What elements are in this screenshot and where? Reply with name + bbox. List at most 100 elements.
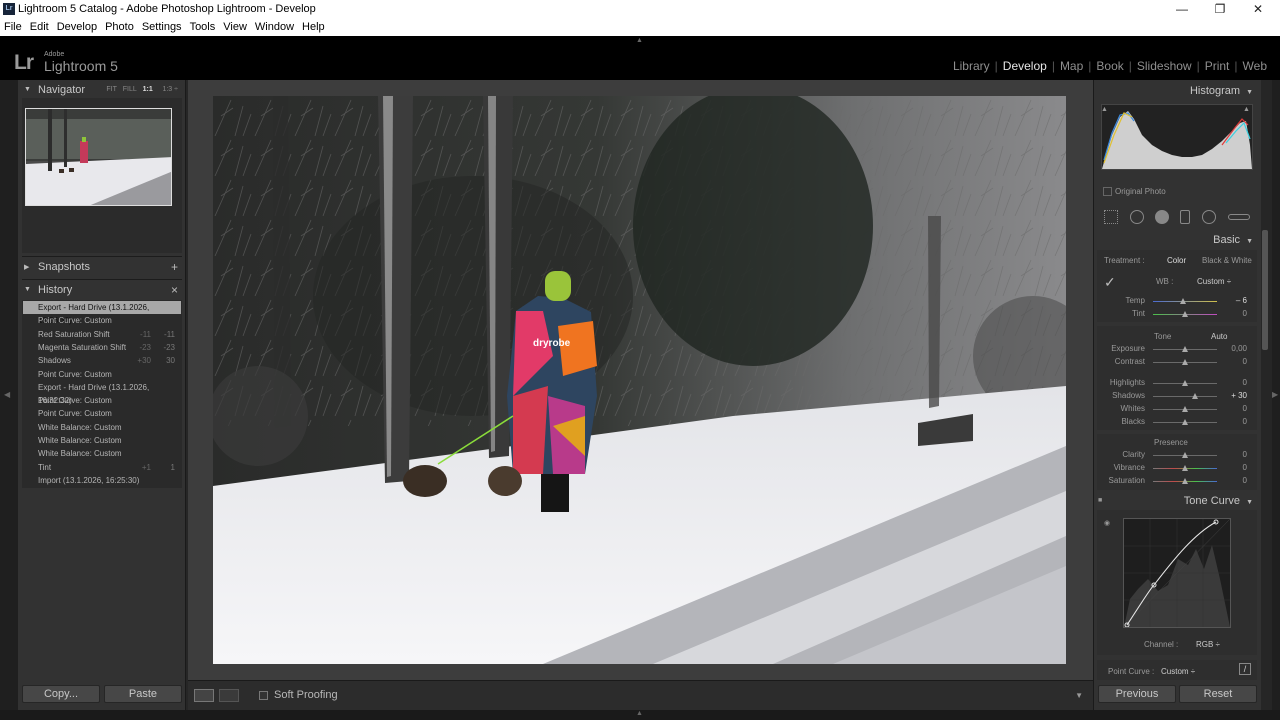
tone-curve-graph[interactable] [1123, 518, 1231, 628]
menu-file[interactable]: File [0, 19, 26, 33]
original-photo-checkbox[interactable] [1103, 187, 1112, 196]
navigator-zoom-options[interactable]: FIT FILL 1:1 1:3 ÷ [106, 86, 178, 93]
menu-view[interactable]: View [219, 19, 251, 33]
slider-value[interactable]: 0 [1243, 404, 1247, 413]
slider-whites[interactable]: Whites 0 [1097, 403, 1257, 416]
menu-develop[interactable]: Develop [53, 19, 101, 33]
crop-overlay-icon[interactable] [1104, 210, 1118, 224]
history-item[interactable]: Export - Hard Drive (13.1.2026, 18:36:30… [23, 301, 181, 325]
slider-thumb[interactable] [1182, 380, 1188, 386]
history-header[interactable]: ▼ History × [24, 283, 182, 301]
loupe-view-icon[interactable] [194, 689, 214, 702]
graduated-filter-icon[interactable] [1180, 210, 1190, 224]
slider-tint[interactable]: Tint 0 [1097, 308, 1257, 321]
zoom-1-3[interactable]: 1:3 [162, 86, 172, 93]
slider-value[interactable]: 0 [1243, 309, 1247, 318]
module-book[interactable]: Book [1093, 59, 1126, 73]
reset-button[interactable]: Reset [1179, 685, 1257, 703]
spot-removal-icon[interactable] [1130, 210, 1144, 224]
slider-value[interactable]: + 30 [1231, 391, 1247, 400]
main-photo[interactable]: dryrobe [213, 96, 1066, 664]
right-panel-scrollbar[interactable] [1262, 230, 1268, 350]
module-web[interactable]: Web [1240, 59, 1270, 73]
slider-temp[interactable]: Temp – 6 [1097, 295, 1257, 308]
slider-value[interactable]: – 6 [1236, 296, 1247, 305]
history-item[interactable]: Shadows +30 30 [23, 354, 181, 367]
auto-tone-button[interactable]: Auto [1211, 332, 1227, 341]
histogram-header[interactable]: Histogram ▼ [1093, 85, 1253, 97]
navigator-thumbnail[interactable] [25, 108, 172, 206]
previous-button[interactable]: Previous [1098, 685, 1176, 703]
history-item[interactable]: Point Curve: Custom [23, 368, 181, 381]
menu-edit[interactable]: Edit [26, 19, 53, 33]
slider-thumb[interactable] [1182, 406, 1188, 412]
slider-value[interactable]: 0 [1243, 476, 1247, 485]
slider-thumb[interactable] [1182, 311, 1188, 317]
slider-contrast[interactable]: Contrast 0 [1097, 356, 1257, 369]
slider-value[interactable]: 0 [1243, 417, 1247, 426]
highlight-clipping-icon[interactable]: ▲ [1243, 106, 1250, 113]
history-item[interactable]: Red Saturation Shift -11 -11 [23, 328, 181, 341]
before-after-view-icon[interactable] [219, 689, 239, 702]
history-item[interactable]: Tint +1 1 [23, 461, 181, 474]
treatment-color[interactable]: Color [1167, 256, 1186, 265]
history-item[interactable]: Import (13.1.2026, 16:25:30) [23, 474, 181, 487]
slider-value[interactable]: 0,00 [1231, 344, 1247, 353]
slider-thumb[interactable] [1191, 393, 1198, 399]
menu-window[interactable]: Window [251, 19, 298, 33]
edit-point-curve-icon[interactable]: / [1239, 663, 1251, 675]
history-item[interactable]: Magenta Saturation Shift -23 -23 [23, 341, 181, 354]
slider-highlights[interactable]: Highlights 0 [1097, 377, 1257, 390]
slider-clarity[interactable]: Clarity 0 [1097, 449, 1257, 462]
clear-history-icon[interactable]: × [171, 283, 178, 297]
menu-help[interactable]: Help [298, 19, 329, 33]
snapshots-header[interactable]: ▶ Snapshots + [24, 260, 182, 278]
maximize-icon[interactable]: ❐ [1200, 1, 1240, 18]
menu-settings[interactable]: Settings [138, 19, 186, 33]
module-develop[interactable]: Develop [1000, 59, 1050, 73]
history-item[interactable]: White Balance: Custom [23, 434, 181, 447]
point-curve-dropdown[interactable]: Custom ÷ [1161, 667, 1195, 676]
red-eye-icon[interactable] [1155, 210, 1169, 224]
module-library[interactable]: Library [950, 59, 993, 73]
slider-value[interactable]: 0 [1243, 463, 1247, 472]
tone-curve-header[interactable]: Tone Curve ▼ [1093, 495, 1253, 507]
wb-dropdown[interactable]: Custom ÷ [1197, 277, 1231, 286]
left-panel-toggle-icon[interactable]: ◀ [4, 390, 10, 399]
targeted-adjustment-icon[interactable]: ◉ [1104, 519, 1110, 527]
paste-button[interactable]: Paste [104, 685, 182, 703]
soft-proofing-checkbox[interactable] [259, 691, 268, 700]
shadow-clipping-icon[interactable]: ▲ [1101, 106, 1108, 113]
minimize-icon[interactable]: — [1162, 1, 1202, 18]
history-item[interactable]: Point Curve: Custom [23, 394, 181, 407]
history-item[interactable]: Point Curve: Custom [23, 314, 181, 327]
adjustment-brush-icon[interactable] [1228, 214, 1250, 220]
slider-thumb[interactable] [1182, 419, 1188, 425]
slider-thumb[interactable] [1182, 465, 1188, 471]
zoom-fill[interactable]: FILL [123, 86, 137, 93]
toolbar-options-dropdown-icon[interactable]: ▼ [1075, 691, 1083, 700]
slider-track[interactable] [1153, 396, 1217, 397]
slider-value[interactable]: 0 [1243, 378, 1247, 387]
copy-button[interactable]: Copy... [22, 685, 100, 703]
module-print[interactable]: Print [1202, 59, 1233, 73]
menu-tools[interactable]: Tools [186, 19, 220, 33]
close-icon[interactable]: ✕ [1238, 1, 1278, 18]
right-panel-toggle-icon[interactable]: ▶ [1272, 390, 1278, 399]
add-snapshot-icon[interactable]: + [171, 260, 178, 274]
zoom-1-1[interactable]: 1:1 [143, 86, 153, 93]
slider-shadows[interactable]: Shadows + 30 [1097, 390, 1257, 403]
top-panel-toggle-icon[interactable]: ▲ [636, 37, 643, 44]
slider-saturation[interactable]: Saturation 0 [1097, 475, 1257, 488]
treatment-black-white[interactable]: Black & White [1202, 256, 1252, 265]
slider-thumb[interactable] [1182, 452, 1188, 458]
zoom-fit[interactable]: FIT [106, 86, 117, 93]
slider-thumb[interactable] [1182, 359, 1188, 365]
module-map[interactable]: Map [1057, 59, 1086, 73]
basic-header[interactable]: Basic ▼ [1093, 234, 1253, 246]
slider-vibrance[interactable]: Vibrance 0 [1097, 462, 1257, 475]
history-item[interactable]: White Balance: Custom [23, 447, 181, 460]
history-item[interactable]: Point Curve: Custom [23, 407, 181, 420]
slider-thumb[interactable] [1182, 478, 1188, 484]
wb-eyedropper-icon[interactable]: ✓ [1104, 274, 1116, 291]
